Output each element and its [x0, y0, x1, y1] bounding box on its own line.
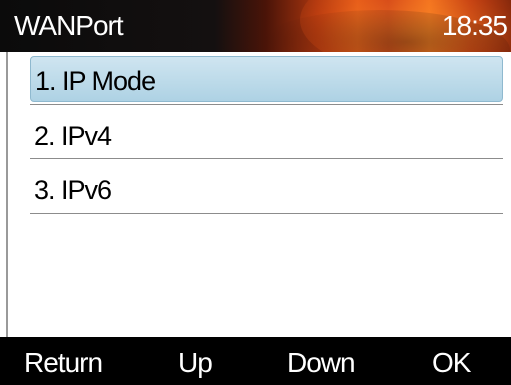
up-softkey[interactable]: Up [178, 347, 213, 379]
ok-softkey[interactable]: OK [432, 347, 471, 379]
menu-item-label: 2. IPv4 [34, 121, 112, 151]
down-softkey[interactable]: Down [287, 347, 356, 379]
menu-item-label: 3. IPv6 [34, 175, 112, 205]
menu-item-label: 1. IP Mode [35, 66, 156, 96]
clock: 18:35 [441, 10, 508, 41]
softkey-bar: Return Up Down OK [0, 337, 511, 385]
divider [30, 104, 503, 105]
return-softkey[interactable]: Return [24, 347, 103, 379]
divider [30, 158, 503, 159]
title-bar: WANPort 18:35 [0, 0, 511, 52]
menu-item-ip-mode[interactable]: 1. IP Mode [30, 56, 503, 102]
divider [30, 213, 503, 214]
menu-item-ipv4[interactable]: 2. IPv4 [30, 112, 503, 158]
menu-list: 1. IP Mode 2. IPv4 3. IPv6 [6, 52, 511, 337]
menu-item-ipv6[interactable]: 3. IPv6 [30, 166, 503, 212]
page-title: WANPort [14, 10, 124, 41]
